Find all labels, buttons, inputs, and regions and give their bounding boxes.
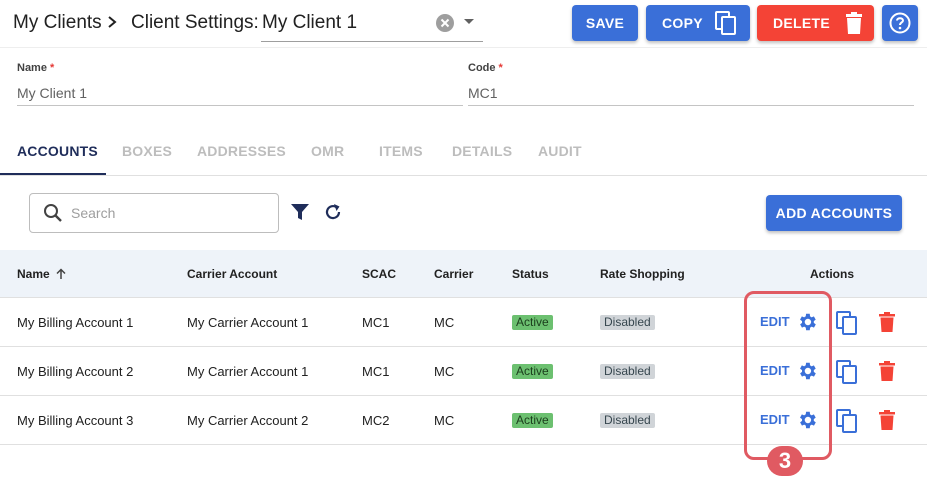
cell-carrier-account: My Carrier Account 1 <box>187 315 309 330</box>
cell-carrier: MC <box>434 364 455 379</box>
client-select[interactable]: My Client 1 <box>261 6 483 42</box>
client-select-value: My Client 1 <box>262 12 358 33</box>
copy-button[interactable]: COPY <box>646 5 750 41</box>
refresh-icon[interactable] <box>323 202 343 222</box>
page-title: Client Settings: <box>131 12 259 33</box>
caret-down-icon[interactable] <box>464 19 474 24</box>
cell-scac: MC2 <box>362 413 390 428</box>
copy-icon[interactable] <box>836 360 858 384</box>
cell-carrier-account: My Carrier Account 2 <box>187 413 309 428</box>
copy-icon[interactable] <box>836 409 858 433</box>
cell-name: My Billing Account 1 <box>17 315 134 330</box>
filter-icon[interactable] <box>290 203 310 221</box>
code-field[interactable]: Code * MC1 <box>468 60 914 106</box>
tab-active-indicator <box>0 173 106 175</box>
tab-boxes[interactable]: BOXES <box>122 143 172 159</box>
cell-scac: MC1 <box>362 364 390 379</box>
rate-shopping-badge: Disabled <box>600 315 655 330</box>
tab-items[interactable]: ITEMS <box>379 143 423 159</box>
tab-audit[interactable]: AUDIT <box>538 143 582 159</box>
cell-name: My Billing Account 2 <box>17 364 134 379</box>
column-header-status[interactable]: Status <box>512 267 549 281</box>
add-accounts-button[interactable]: ADD ACCOUNTS <box>766 195 902 231</box>
trash-icon[interactable] <box>878 361 896 381</box>
callout-highlight-box <box>744 291 832 460</box>
callout-number-badge: 3 <box>767 446 803 476</box>
cell-name: My Billing Account 3 <box>17 413 134 428</box>
status-badge: Active <box>512 315 553 330</box>
sort-ascending-icon[interactable] <box>55 268 67 280</box>
cell-carrier-account: My Carrier Account 1 <box>187 364 309 379</box>
name-field[interactable]: Name * My Client 1 <box>17 60 463 106</box>
save-button-label: SAVE <box>585 15 625 31</box>
add-accounts-button-label: ADD ACCOUNTS <box>775 205 893 221</box>
help-icon <box>889 12 911 34</box>
status-badge: Active <box>512 413 553 428</box>
tab-details[interactable]: DETAILS <box>452 143 512 159</box>
column-header-actions: Actions <box>810 267 855 281</box>
name-field-value: My Client 1 <box>17 85 88 101</box>
code-field-value: MC1 <box>468 85 498 101</box>
clear-icon[interactable] <box>435 13 455 33</box>
breadcrumb-my-clients[interactable]: My Clients <box>13 12 102 34</box>
cell-scac: MC1 <box>362 315 390 330</box>
chevron-right-icon <box>106 9 120 41</box>
rate-shopping-badge: Disabled <box>600 413 655 428</box>
column-header-name[interactable]: Name <box>17 267 67 281</box>
delete-button[interactable]: DELETE <box>757 5 874 41</box>
status-badge: Active <box>512 364 553 379</box>
save-button[interactable]: SAVE <box>572 5 638 41</box>
copy-icon[interactable] <box>836 311 858 335</box>
delete-button-label: DELETE <box>773 15 831 31</box>
search-placeholder: Search <box>71 205 116 221</box>
copy-icon <box>714 11 736 35</box>
name-field-label: Name * <box>17 62 55 74</box>
rate-shopping-badge: Disabled <box>600 364 655 379</box>
header-bar: My Clients Client Settings: My Client 1 … <box>0 0 927 48</box>
tab-addresses[interactable]: ADDRESSES <box>197 143 286 159</box>
cell-carrier: MC <box>434 315 455 330</box>
search-input[interactable]: Search <box>29 193 279 233</box>
tab-omr[interactable]: OMR <box>311 143 344 159</box>
column-header-carrier[interactable]: Carrier <box>434 267 473 281</box>
column-header-scac[interactable]: SCAC <box>362 267 396 281</box>
tab-accounts[interactable]: ACCOUNTS <box>17 143 98 159</box>
trash-icon <box>846 12 863 34</box>
column-header-rate-shopping[interactable]: Rate Shopping <box>600 267 685 281</box>
search-icon <box>44 204 62 222</box>
tab-bar: ACCOUNTS BOXES ADDRESSES OMR ITEMS DETAI… <box>0 128 927 176</box>
trash-icon[interactable] <box>878 312 896 332</box>
code-field-label: Code * <box>468 62 503 74</box>
trash-icon[interactable] <box>878 410 896 430</box>
copy-button-label: COPY <box>662 15 703 31</box>
column-header-carrier-account[interactable]: Carrier Account <box>187 267 277 281</box>
help-button[interactable] <box>882 5 918 41</box>
cell-carrier: MC <box>434 413 455 428</box>
